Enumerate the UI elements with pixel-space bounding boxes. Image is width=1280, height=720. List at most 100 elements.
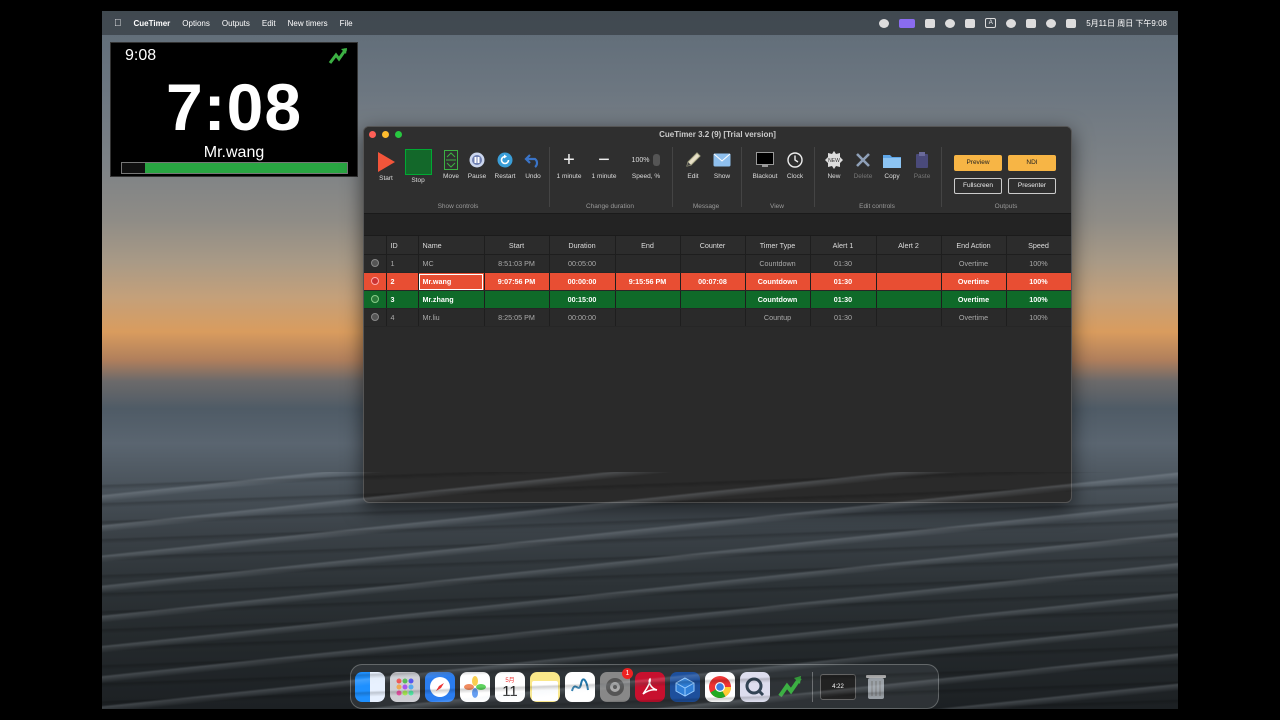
apple-menu-icon[interactable]:  bbox=[114, 18, 122, 29]
copy-timer-button[interactable]: Copy bbox=[877, 149, 907, 180]
screen-mirroring-icon[interactable] bbox=[899, 18, 916, 28]
column-header[interactable]: Counter bbox=[680, 236, 746, 255]
timer-type-cell[interactable]: Countup bbox=[745, 308, 811, 327]
blackout-button[interactable]: Blackout bbox=[750, 149, 780, 180]
add-minute-button[interactable]: + 1 minute bbox=[554, 149, 584, 181]
paste-timer-button[interactable]: Paste bbox=[907, 149, 937, 180]
alert1-cell[interactable]: 01:30 bbox=[810, 290, 877, 309]
speed-cell[interactable]: 100% bbox=[1006, 254, 1071, 273]
row-settings-cell[interactable] bbox=[364, 272, 387, 291]
chrome-icon[interactable] bbox=[705, 671, 735, 702]
presenter-button[interactable]: Presenter bbox=[1008, 178, 1056, 194]
column-header[interactable]: Duration bbox=[549, 236, 616, 255]
timer-type-cell[interactable]: Countdown bbox=[745, 254, 811, 273]
duration-cell[interactable]: 00:00:00 bbox=[549, 308, 616, 327]
name-cell[interactable]: MC bbox=[418, 254, 485, 273]
menu-app-name[interactable]: CueTimer bbox=[134, 19, 171, 28]
start-button[interactable]: Start bbox=[371, 151, 401, 182]
table-row[interactable]: 4 Mr.liu 8:25:05 PM 00:00:00 Countup 01:… bbox=[364, 308, 1071, 327]
finder-icon[interactable] bbox=[355, 671, 385, 702]
control-center-icon[interactable] bbox=[1066, 18, 1077, 28]
trash-icon[interactable] bbox=[861, 672, 891, 702]
name-cell[interactable]: Mr.zhang bbox=[418, 290, 485, 309]
safari-icon[interactable] bbox=[425, 671, 455, 702]
column-header[interactable]: Alert 1 bbox=[810, 236, 877, 255]
duration-cell[interactable]: 00:00:00 bbox=[549, 272, 616, 291]
alert2-cell[interactable] bbox=[876, 290, 942, 309]
table-row[interactable]: 1 MC 8:51:03 PM 00:05:00 Countdown 01:30… bbox=[364, 254, 1071, 273]
vpn-status-icon[interactable] bbox=[945, 18, 956, 28]
column-header[interactable] bbox=[364, 236, 387, 255]
pause-button[interactable]: Pause bbox=[462, 149, 492, 180]
speed-stepper[interactable]: 100% Speed, % bbox=[624, 149, 668, 180]
fullscreen-button[interactable]: Fullscreen bbox=[954, 178, 1002, 194]
end-action-cell[interactable]: Overtime bbox=[941, 272, 1007, 291]
column-header[interactable]: Timer Type bbox=[745, 236, 811, 255]
freeform-icon[interactable] bbox=[565, 671, 595, 702]
row-settings-cell[interactable] bbox=[364, 308, 387, 327]
column-header[interactable]: Speed bbox=[1006, 236, 1071, 255]
duration-cell[interactable]: 00:05:00 bbox=[549, 254, 616, 273]
gear-icon[interactable] bbox=[370, 294, 379, 303]
search-icon[interactable] bbox=[1046, 18, 1057, 28]
gear-icon[interactable] bbox=[370, 258, 379, 267]
menu-file[interactable]: File bbox=[340, 19, 353, 28]
column-header[interactable]: End Action bbox=[941, 236, 1007, 255]
delete-timer-button[interactable]: Delete bbox=[848, 149, 878, 180]
column-header[interactable]: Start bbox=[484, 236, 550, 255]
column-header[interactable]: Name bbox=[418, 236, 485, 255]
user-status-icon[interactable] bbox=[965, 18, 976, 28]
start-cell[interactable]: 8:51:03 PM bbox=[484, 254, 550, 273]
alert1-cell[interactable]: 01:30 bbox=[810, 272, 877, 291]
gear-icon[interactable] bbox=[370, 312, 379, 321]
ndi-button[interactable]: NDI bbox=[1008, 155, 1056, 171]
menu-edit[interactable]: Edit bbox=[262, 19, 276, 28]
menubar-clock[interactable]: 5月11日 周日 下午9:08 bbox=[1086, 18, 1167, 29]
start-cell[interactable]: 9:07:56 PM bbox=[484, 272, 550, 291]
input-source-icon[interactable]: A bbox=[985, 18, 997, 28]
calendar-icon[interactable]: 5月 11 bbox=[495, 671, 525, 702]
app-window-thumbnail[interactable]: 4:22 bbox=[820, 673, 856, 700]
table-row-next[interactable]: 3 Mr.zhang 00:15:00 Countdown 01:30 Over… bbox=[364, 290, 1071, 309]
column-header[interactable]: End bbox=[615, 236, 681, 255]
table-row-running[interactable]: 2 Mr.wang 9:07:56 PM 00:00:00 9:15:56 PM… bbox=[364, 272, 1071, 291]
battery-icon[interactable] bbox=[1026, 18, 1037, 28]
clock-button[interactable]: Clock bbox=[780, 149, 810, 180]
menu-outputs[interactable]: Outputs bbox=[222, 19, 250, 28]
menu-options[interactable]: Options bbox=[182, 19, 210, 28]
preview-button[interactable]: Preview bbox=[954, 155, 1002, 171]
name-cell[interactable]: Mr.liu bbox=[418, 308, 485, 327]
cuetimer-dock-icon[interactable] bbox=[775, 672, 805, 702]
alert2-cell[interactable] bbox=[876, 308, 942, 327]
subtract-minute-button[interactable]: − 1 minute bbox=[589, 149, 619, 181]
stepper-arrows-icon[interactable] bbox=[653, 154, 661, 166]
photos-icon[interactable] bbox=[460, 671, 490, 702]
new-timer-button[interactable]: NEW New bbox=[819, 149, 849, 180]
launchpad-icon[interactable] bbox=[390, 671, 420, 702]
quicktime-icon[interactable] bbox=[740, 671, 770, 702]
notes-icon[interactable] bbox=[530, 671, 560, 702]
gear-icon[interactable] bbox=[370, 276, 379, 285]
record-status-icon[interactable] bbox=[879, 18, 890, 28]
column-header[interactable]: ID bbox=[386, 236, 419, 255]
speed-cell[interactable]: 100% bbox=[1006, 272, 1071, 291]
duration-cell[interactable]: 00:15:00 bbox=[549, 290, 616, 309]
stop-button[interactable]: Stop bbox=[403, 149, 433, 184]
alert1-cell[interactable]: 01:30 bbox=[810, 254, 877, 273]
alert2-cell[interactable] bbox=[876, 254, 942, 273]
timer-type-cell[interactable]: Countdown bbox=[745, 290, 811, 309]
column-header[interactable]: Alert 2 bbox=[876, 236, 942, 255]
speed-cell[interactable]: 100% bbox=[1006, 308, 1071, 327]
undo-button[interactable]: Undo bbox=[518, 149, 548, 180]
show-message-button[interactable]: Show bbox=[707, 149, 737, 180]
virtualbox-icon[interactable] bbox=[670, 671, 700, 702]
restart-button[interactable]: Restart bbox=[490, 149, 520, 180]
edit-message-button[interactable]: Edit bbox=[678, 149, 708, 180]
speed-cell[interactable]: 100% bbox=[1006, 290, 1071, 309]
system-settings-icon[interactable]: 1 bbox=[600, 667, 633, 702]
timer-type-cell[interactable]: Countdown bbox=[745, 272, 811, 291]
wifi-icon[interactable] bbox=[1006, 18, 1017, 28]
end-action-cell[interactable]: Overtime bbox=[941, 254, 1007, 273]
start-cell[interactable]: 8:25:05 PM bbox=[484, 308, 550, 327]
acrobat-icon[interactable] bbox=[635, 671, 665, 702]
